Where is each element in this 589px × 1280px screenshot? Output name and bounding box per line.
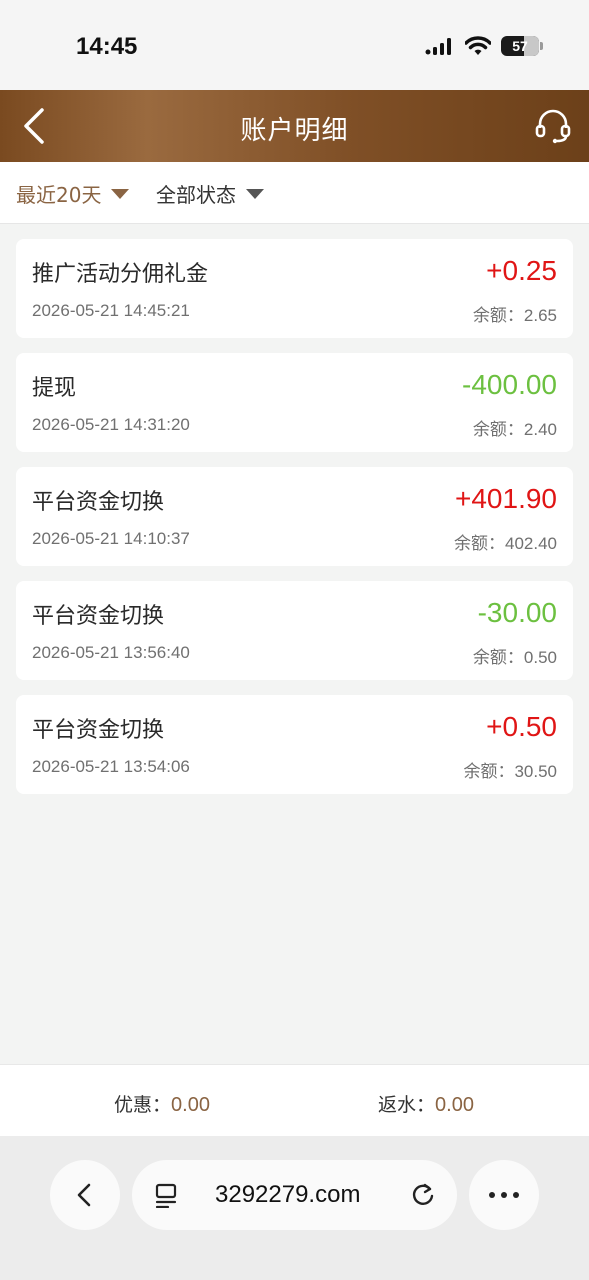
- transaction-amount: -400.00: [462, 369, 557, 400]
- transaction-amount: +0.25: [486, 255, 557, 286]
- caret-down-icon: [111, 188, 130, 199]
- balance-value: 30.50: [514, 762, 557, 781]
- rebate-summary: 返水：0.00: [378, 1090, 474, 1117]
- filter-bar: 最近20天 全部状态: [0, 162, 589, 224]
- status-filter[interactable]: 全部状态: [156, 179, 264, 208]
- customer-service-headset-icon[interactable]: [533, 106, 573, 146]
- transaction-amount: -30.00: [477, 597, 557, 628]
- transaction-amount: +0.50: [486, 711, 557, 742]
- rebate-value: 0.00: [435, 1094, 474, 1116]
- transaction-title: 提现: [32, 376, 77, 401]
- transaction-card[interactable]: 平台资金切换 2026-05-21 13:56:40 -30.00 余额：0.5…: [16, 581, 573, 680]
- caret-down-icon: [246, 188, 264, 199]
- transaction-title: 推广活动分佣礼金: [32, 262, 209, 287]
- browser-back-button[interactable]: [50, 1160, 120, 1230]
- summary-bar: 优惠：0.00 返水：0.00: [0, 1064, 589, 1136]
- transaction-time: 2026-05-21 13:56:40: [32, 643, 190, 662]
- balance-label: 余额：: [463, 762, 515, 782]
- balance-label: 余额：: [472, 648, 524, 668]
- balance-label: 余额：: [472, 420, 524, 440]
- rebate-label: 返水：: [378, 1094, 436, 1116]
- cellular-signal-icon: [425, 38, 451, 55]
- address-bar[interactable]: 3292279.com: [132, 1160, 457, 1230]
- transaction-card[interactable]: 提现 2026-05-21 14:31:20 -400.00 余额：2.40: [16, 353, 573, 452]
- browser-toolbar: 3292279.com: [0, 1136, 589, 1280]
- balance-value: 402.40: [505, 534, 557, 553]
- transaction-time: 2026-05-21 14:31:20: [32, 415, 190, 434]
- date-range-label: 最近20天: [16, 183, 102, 207]
- status-filter-label: 全部状态: [156, 183, 236, 207]
- discount-label: 优惠：: [114, 1094, 172, 1116]
- chevron-left-icon: [77, 1183, 91, 1207]
- page-header: 账户明细: [0, 90, 589, 162]
- transaction-title: 平台资金切换: [32, 718, 165, 743]
- transaction-card[interactable]: 平台资金切换 2026-05-21 13:54:06 +0.50 余额：30.5…: [16, 695, 573, 794]
- balance-value: 2.65: [523, 306, 557, 325]
- transaction-title: 平台资金切换: [32, 490, 165, 515]
- page-menu-icon[interactable]: [154, 1182, 180, 1208]
- more-dots-icon: [489, 1192, 519, 1198]
- transaction-amount: +401.90: [455, 483, 557, 514]
- browser-more-button[interactable]: [469, 1160, 539, 1230]
- date-range-filter[interactable]: 最近20天: [16, 179, 130, 208]
- transaction-balance: 余额：2.65: [473, 301, 557, 326]
- transaction-balance: 余额：30.50: [463, 757, 557, 782]
- transaction-time: 2026-05-21 14:10:37: [32, 529, 190, 548]
- balance-value: 0.50: [523, 648, 557, 667]
- balance-label: 余额：: [454, 534, 505, 554]
- reload-icon[interactable]: [409, 1181, 437, 1209]
- transaction-time: 2026-05-21 13:54:06: [32, 757, 190, 776]
- transaction-balance: 余额：2.40: [473, 415, 557, 440]
- discount-value: 0.00: [171, 1094, 210, 1116]
- status-time: 14:45: [76, 33, 138, 60]
- transaction-balance: 余额：402.40: [454, 529, 557, 554]
- status-icons: 57: [425, 36, 543, 56]
- transaction-title: 平台资金切换: [32, 604, 165, 629]
- transaction-card[interactable]: 平台资金切换 2026-05-21 14:10:37 +401.90 余额：40…: [16, 467, 573, 566]
- battery-icon: 57: [501, 36, 543, 56]
- transaction-time: 2026-05-21 14:45:21: [32, 301, 190, 320]
- status-bar: 14:45 57: [0, 0, 589, 90]
- transaction-list: 推广活动分佣礼金 2026-05-21 14:45:21 +0.25 余额：2.…: [16, 239, 573, 809]
- discount-summary: 优惠：0.00: [114, 1090, 210, 1117]
- page-title: 账户明细: [240, 116, 349, 146]
- balance-label: 余额：: [472, 306, 524, 326]
- wifi-icon: [465, 36, 491, 55]
- balance-value: 2.40: [523, 420, 557, 439]
- url-text: 3292279.com: [215, 1181, 361, 1208]
- battery-level: 57: [512, 38, 528, 54]
- transaction-balance: 余额：0.50: [473, 643, 557, 668]
- transaction-card[interactable]: 推广活动分佣礼金 2026-05-21 14:45:21 +0.25 余额：2.…: [16, 239, 573, 338]
